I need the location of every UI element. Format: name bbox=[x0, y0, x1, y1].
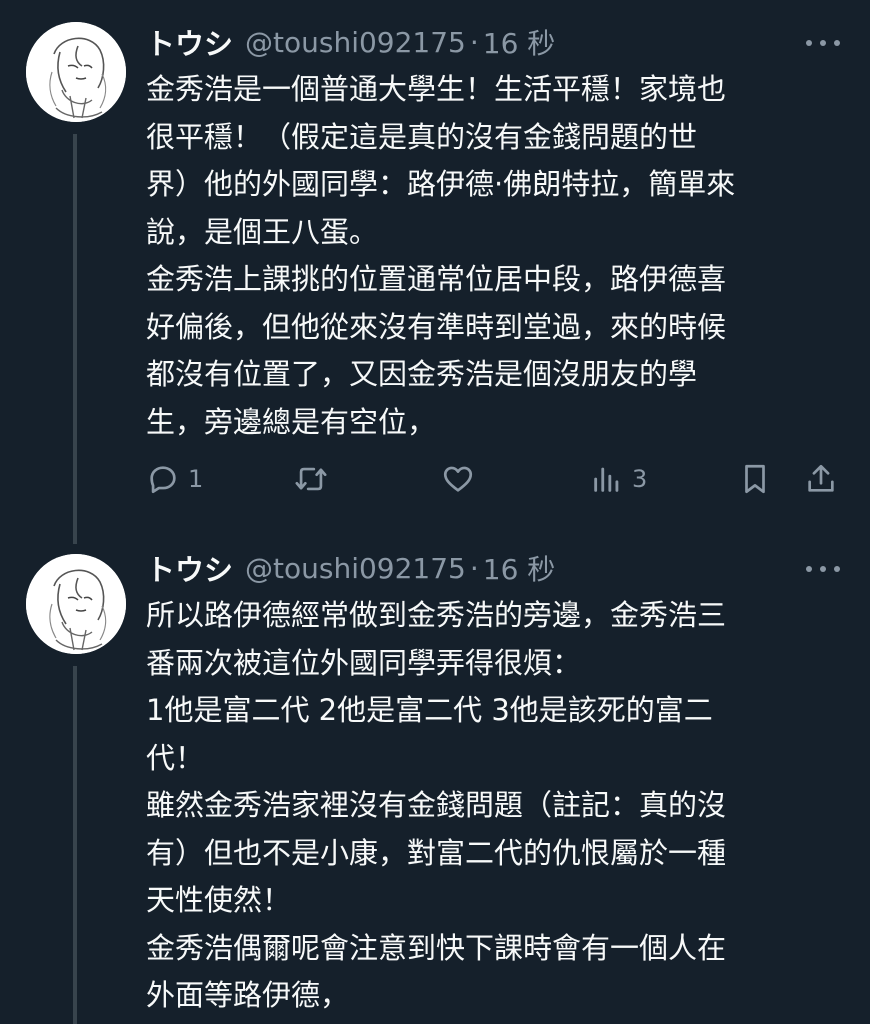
more-icon[interactable] bbox=[800, 28, 846, 58]
display-name[interactable]: トウシ bbox=[146, 547, 233, 589]
timestamp[interactable]: 16 秒 bbox=[483, 548, 556, 588]
tweet-text-line: 代！ bbox=[146, 740, 205, 775]
tweet-text-line: 金秀浩上課挑的位置通常位居中段，路伊德喜 bbox=[146, 262, 727, 296]
reply-icon bbox=[150, 466, 176, 494]
tweet-text-line: 很平穩！（假定這是真的沒有金錢問題的世 bbox=[146, 119, 698, 154]
tweet-text-line: 生，旁邊總是有空位， bbox=[146, 404, 437, 439]
tweet-text-line: 金秀浩是一個普通大學生！生活平穩！家境也 bbox=[146, 72, 727, 106]
views-button[interactable]: 3 bbox=[590, 456, 647, 502]
tweet-header: トウシ @toushi092175 · 16 秒 bbox=[146, 20, 555, 64]
tweet-text: 金秀浩是一個普通大學生！生活平穩！家境也 很平穩！（假定這是真的沒有金錢問題的世… bbox=[146, 66, 836, 446]
tweet-text-line: 1他是富二代 2他是富二代 3他是該死的富二 bbox=[146, 693, 713, 727]
tweet-text-line: 天性使然！ bbox=[146, 883, 292, 917]
handle[interactable]: @toushi092175 bbox=[245, 552, 466, 585]
heart-icon bbox=[443, 466, 473, 492]
bookmark-button[interactable] bbox=[738, 456, 772, 502]
retweet-icon bbox=[295, 467, 327, 491]
tweet-text-line: 金秀浩偶爾呢會注意到快下課時會有一個人在 bbox=[146, 930, 727, 965]
tweet-text-line: 說，是個王八蛋。 bbox=[146, 214, 379, 249]
tweet-header: トウシ @toushi092175 · 16 秒 bbox=[146, 546, 555, 590]
thread-line bbox=[73, 666, 77, 1024]
retweet-button[interactable] bbox=[292, 456, 330, 502]
tweet-text-line: 好偏後，但他從來沒有準時到堂過，來的時候 bbox=[146, 309, 727, 344]
avatar-sketch-icon bbox=[26, 554, 126, 654]
avatar[interactable] bbox=[26, 554, 126, 654]
tweet-text-line: 外面等路伊德， bbox=[146, 978, 350, 1012]
tweet-text-line: 有）但也不是小康，對富二代的仇恨屬於一種 bbox=[146, 835, 727, 870]
tweet-text-line: 番兩次被這位外國同學弄得很煩： bbox=[146, 645, 582, 680]
tweet[interactable]: トウシ @toushi092175 · 16 秒 金秀浩是一個普通大學生！生活平… bbox=[0, 0, 870, 544]
reply-button[interactable]: 1 bbox=[146, 456, 203, 502]
tweet-text-line: 界）他的外國同學：路伊德·佛朗特拉，簡單來 bbox=[146, 167, 736, 201]
avatar[interactable] bbox=[26, 22, 126, 122]
tweet-text-line: 都沒有位置了，又因金秀浩是個沒朋友的學 bbox=[146, 357, 698, 391]
views-count: 3 bbox=[632, 465, 648, 493]
separator: · bbox=[469, 551, 479, 585]
timestamp[interactable]: 16 秒 bbox=[483, 22, 556, 62]
reply-count: 1 bbox=[188, 465, 204, 493]
views-icon bbox=[594, 467, 619, 492]
tweet[interactable]: トウシ @toushi092175 · 16 秒 所以路伊德經常做到金秀浩的旁邊… bbox=[0, 530, 870, 1024]
tweet-text-line: 所以路伊德經常做到金秀浩的旁邊，金秀浩三 bbox=[146, 598, 727, 632]
tweet-text-line: 雖然金秀浩家裡沒有金錢問題（註記：真的沒 bbox=[146, 788, 727, 822]
action-bar: 1 3 bbox=[146, 456, 846, 502]
display-name[interactable]: トウシ bbox=[146, 21, 233, 63]
share-icon bbox=[808, 464, 834, 492]
handle[interactable]: @toushi092175 bbox=[245, 26, 466, 59]
more-icon[interactable] bbox=[800, 554, 846, 584]
bookmark-icon bbox=[745, 464, 765, 494]
thread-line bbox=[73, 134, 77, 544]
share-button[interactable] bbox=[804, 456, 838, 502]
separator: · bbox=[469, 25, 479, 59]
avatar-sketch-icon bbox=[26, 22, 126, 122]
like-button[interactable] bbox=[440, 456, 476, 502]
tweet-text: 所以路伊德經常做到金秀浩的旁邊，金秀浩三 番兩次被這位外國同學弄得很煩： 1他是… bbox=[146, 592, 836, 1020]
